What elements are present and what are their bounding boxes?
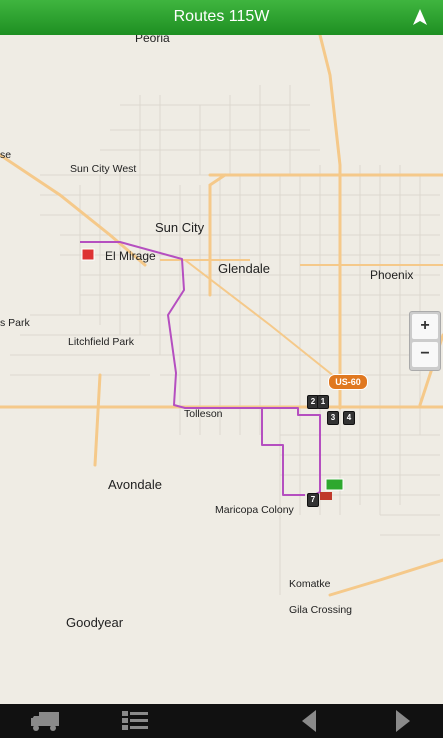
label-litchfield-park: Litchfield Park — [68, 336, 134, 348]
label-peoria: Peoria — [135, 35, 170, 45]
truck-icon[interactable] — [30, 709, 60, 733]
zoom-out-button[interactable]: − — [412, 342, 438, 367]
label-avondale: Avondale — [108, 477, 162, 492]
bottom-toolbar — [0, 704, 443, 738]
stop-marker[interactable]: 3 — [327, 411, 339, 425]
label-sun-city-west: Sun City West — [70, 163, 137, 175]
destination-marker-icon — [325, 478, 344, 491]
label-se-partial: se — [0, 149, 12, 161]
label-el-mirage: El Mirage — [105, 249, 156, 263]
next-arrow-icon[interactable] — [394, 709, 412, 733]
map-view[interactable]: Peoria se Sun City West Sun City El Mira… — [0, 35, 443, 704]
page-title: Routes 115W — [173, 8, 270, 25]
stop-marker[interactable]: 4 — [343, 411, 355, 425]
highway-shield: US-60 — [328, 374, 368, 390]
label-komatke: Komatke — [289, 578, 331, 590]
zoom-control: + − — [409, 311, 441, 371]
start-marker-icon — [81, 248, 95, 261]
map-canvas — [0, 35, 443, 597]
list-icon[interactable] — [121, 709, 149, 733]
header-bar: Routes 115W — [0, 0, 443, 35]
zoom-in-button[interactable]: + — [412, 314, 438, 339]
label-tolleson: Tolleson — [184, 408, 223, 420]
stop-marker[interactable]: 7 — [307, 493, 319, 507]
navigation-arrow-icon[interactable] — [411, 8, 429, 26]
label-glendale: Glendale — [218, 261, 271, 276]
label-sun-city: Sun City — [155, 220, 205, 235]
label-gila-crossing: Gila Crossing — [289, 604, 353, 616]
label-goodyear: Goodyear — [66, 615, 124, 630]
previous-arrow-icon[interactable] — [300, 709, 318, 733]
stop-marker[interactable]: 1 — [317, 395, 329, 409]
truck-marker-icon — [320, 492, 332, 500]
label-park-partial: s Park — [0, 317, 30, 329]
label-phoenix: Phoenix — [370, 268, 414, 282]
label-maricopa-colony: Maricopa Colony — [215, 504, 294, 516]
